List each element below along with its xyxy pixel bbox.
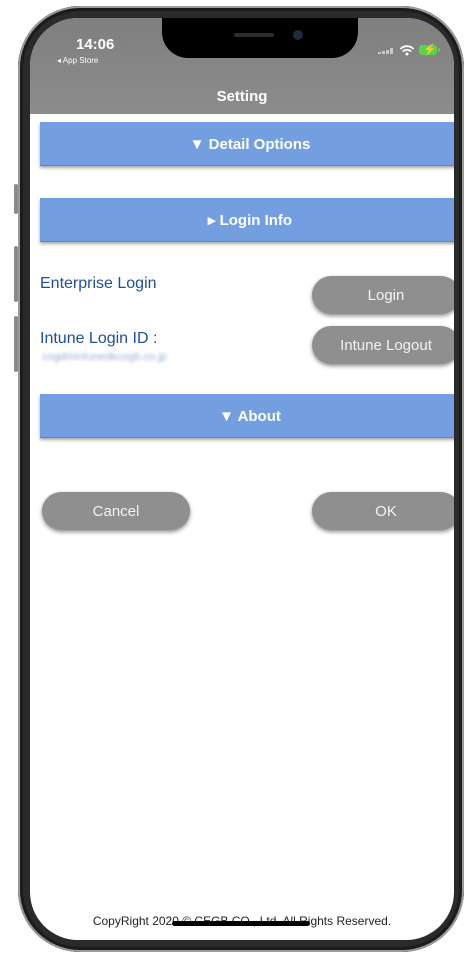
volume-up-button	[14, 246, 18, 302]
home-indicator[interactable]	[172, 921, 310, 926]
charging-bolt-icon: ⚡	[423, 44, 437, 56]
notch	[162, 18, 358, 58]
login-button[interactable]: Login	[312, 276, 454, 314]
app-screen: 14:06 ◂ App Store ⚡ Setting ▼ Detail Opt…	[30, 18, 454, 940]
status-time: 14:06	[76, 36, 115, 53]
section-header-about[interactable]: ▼ About	[40, 394, 454, 438]
ok-button[interactable]: OK	[312, 492, 454, 530]
cancel-button[interactable]: Cancel	[42, 492, 190, 530]
front-camera	[293, 30, 303, 40]
speaker-grille	[234, 33, 274, 37]
enterprise-login-label: Enterprise Login	[40, 275, 157, 292]
cellular-signal-icon	[378, 48, 394, 54]
intune-login-id-value: cogdmintunedkcogb.co.jp	[42, 351, 167, 363]
volume-down-button	[14, 316, 18, 372]
intune-logout-button[interactable]: Intune Logout	[312, 326, 454, 364]
wifi-icon	[400, 45, 414, 56]
battery-charging-icon: ⚡	[419, 44, 440, 56]
section-header-login-info[interactable]: ▸ Login Info	[40, 198, 454, 242]
page-title: Setting	[216, 88, 268, 105]
section-header-detail-options[interactable]: ▼ Detail Options	[40, 122, 454, 166]
back-to-app-store-link[interactable]: ◂ App Store	[57, 56, 98, 65]
mute-switch	[14, 184, 18, 214]
navigation-header: 14:06 ◂ App Store ⚡ Setting	[30, 18, 454, 114]
intune-login-id-label: Intune Login ID :	[40, 330, 158, 347]
